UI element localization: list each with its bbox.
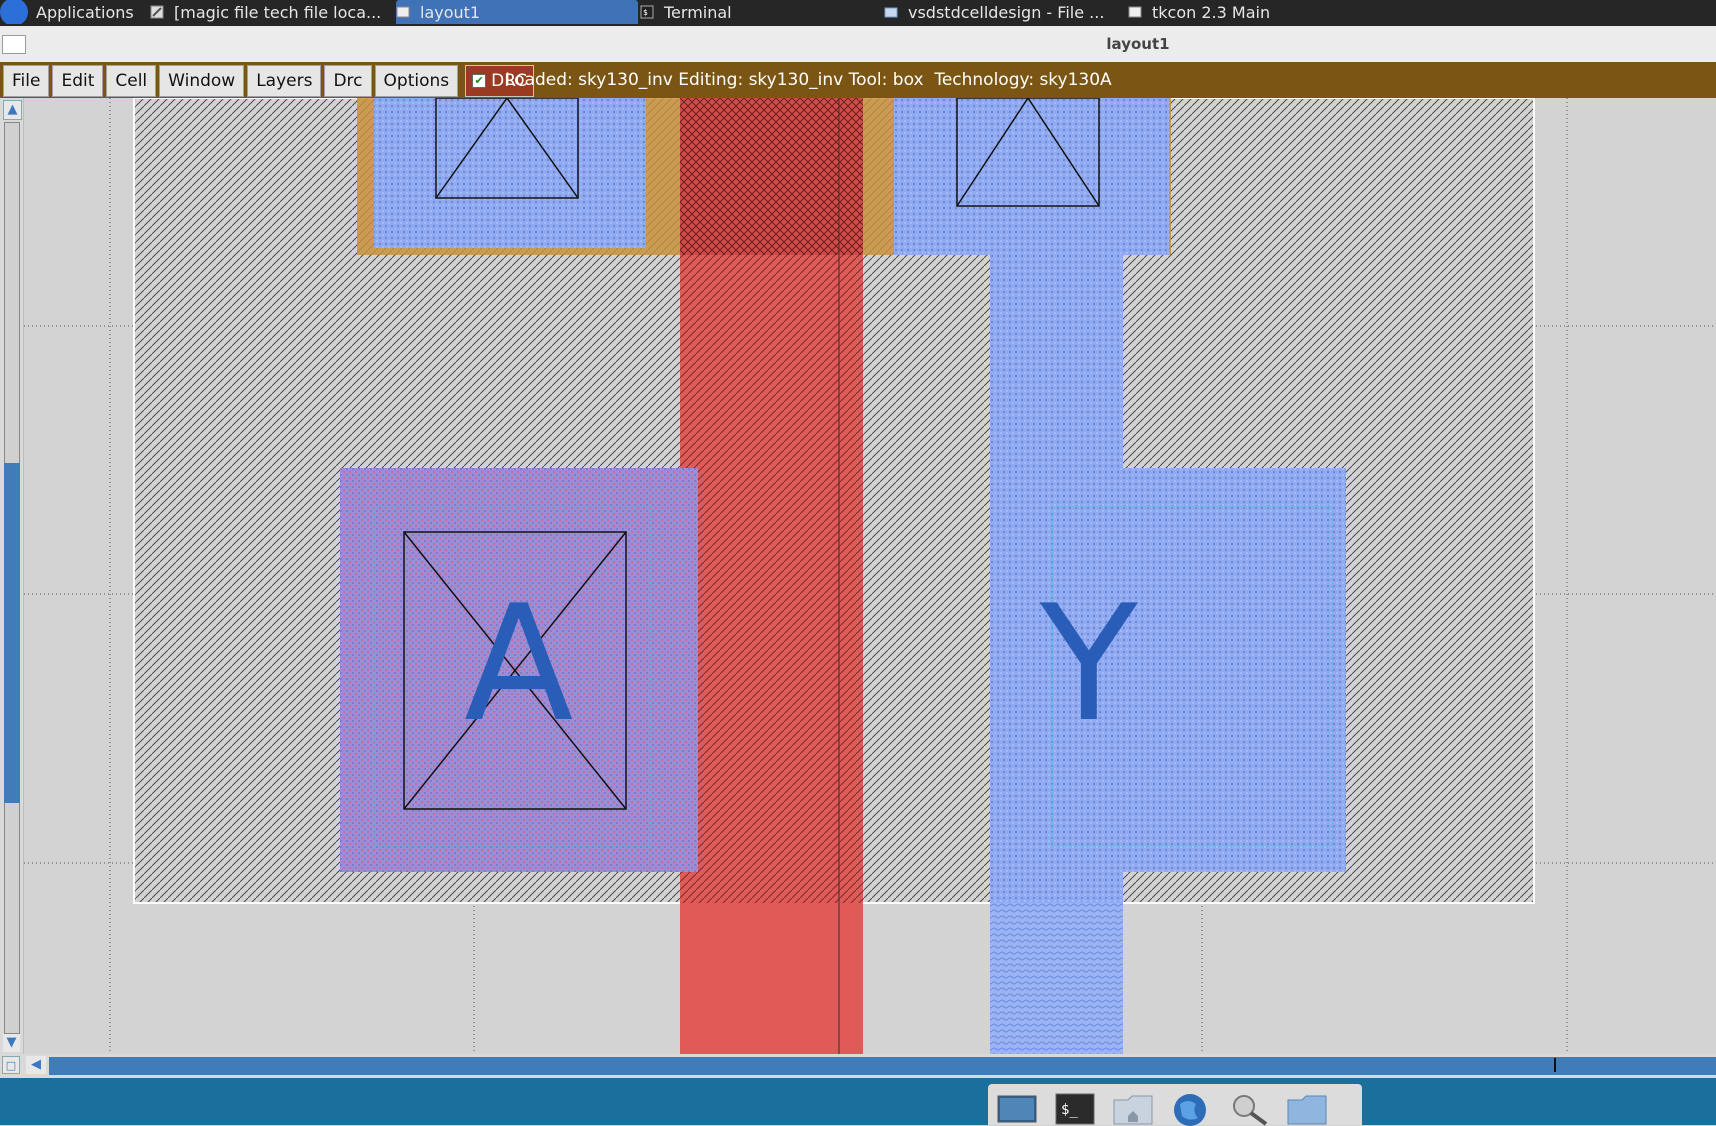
taskbar-task-label: vsdstdcelldesign - File ... xyxy=(908,2,1105,22)
scroll-left-arrow-icon[interactable]: ◀ xyxy=(26,1056,46,1074)
home-folder-icon[interactable] xyxy=(1110,1090,1156,1126)
scroll-up-arrow-icon[interactable]: ▲ xyxy=(3,100,22,120)
window-title: layout1 xyxy=(1106,35,1170,53)
poly-gate-overlap xyxy=(680,98,863,255)
pin-label-a: A xyxy=(464,570,574,757)
locali-contact-right xyxy=(894,98,1169,255)
menu-drc[interactable]: Drc xyxy=(324,65,372,97)
applications-menu[interactable]: Applications xyxy=(0,0,150,24)
scroll-position-marker xyxy=(1554,1058,1556,1072)
menu-layers[interactable]: Layers xyxy=(247,65,322,97)
menu-options[interactable]: Options xyxy=(374,65,459,97)
folder-icon xyxy=(884,7,898,18)
svg-text:$_: $_ xyxy=(1061,1102,1078,1118)
window-icon xyxy=(396,6,410,18)
terminal-icon: $ xyxy=(640,5,654,19)
text-editor-icon xyxy=(150,5,164,19)
web-browser-icon[interactable] xyxy=(1168,1090,1214,1126)
taskbar-task-label: layout1 xyxy=(420,2,481,22)
output-locali-extension xyxy=(990,903,1123,1054)
taskbar-task-tkcon[interactable]: tkcon 2.3 Main xyxy=(1128,0,1370,24)
pin-label-y: Y xyxy=(1040,570,1138,757)
horizontal-scrollbar[interactable]: □ ◀ xyxy=(0,1054,1716,1078)
scroll-down-arrow-icon[interactable]: ▼ xyxy=(3,1034,20,1052)
menu-edit[interactable]: Edit xyxy=(52,65,104,97)
menu-file[interactable]: File xyxy=(3,65,50,97)
taskbar-task-terminal[interactable]: $ Terminal xyxy=(640,0,880,24)
bottom-panel xyxy=(0,1078,1716,1125)
zoom-box-icon[interactable]: □ xyxy=(2,1056,20,1074)
taskbar-task-magic-tech-file[interactable]: [magic file tech file loca... xyxy=(150,0,395,24)
layout-drawing xyxy=(24,98,1716,1054)
vertical-scrollbar[interactable]: ▲ ▼ xyxy=(0,98,24,1056)
applications-label: Applications xyxy=(36,2,134,22)
window-titlebar[interactable]: layout1 xyxy=(0,26,1716,63)
terminal-icon[interactable]: $_ xyxy=(1052,1090,1098,1126)
taskbar-task-file-manager[interactable]: vsdstdcelldesign - File ... xyxy=(884,0,1124,24)
window-icon xyxy=(1128,6,1142,18)
taskbar-task-label: tkcon 2.3 Main xyxy=(1152,2,1271,22)
desktop-icon[interactable] xyxy=(994,1090,1040,1126)
menu-bar: File Edit Cell Window Layers Drc Options… xyxy=(0,62,1716,98)
vertical-scroll-thumb[interactable] xyxy=(4,463,20,803)
files-icon[interactable] xyxy=(1284,1090,1330,1126)
horizontal-scroll-thumb[interactable] xyxy=(49,1057,1716,1075)
locali-contact-left xyxy=(374,98,646,248)
svg-text:$: $ xyxy=(643,8,648,17)
search-icon[interactable] xyxy=(1226,1090,1272,1126)
menu-cell[interactable]: Cell xyxy=(106,65,157,97)
taskbar-task-label: Terminal xyxy=(664,2,732,22)
layout-canvas[interactable]: A Y xyxy=(24,98,1716,1054)
status-text: Loaded: sky130_inv Editing: sky130_inv T… xyxy=(505,70,1112,90)
applications-logo-icon xyxy=(0,0,28,24)
taskbar-task-layout1[interactable]: layout1 xyxy=(396,0,638,24)
dock: $_ xyxy=(988,1084,1362,1126)
top-taskbar: Applications [magic file tech file loca.… xyxy=(0,0,1716,26)
checkbox-checked-icon: ✔ xyxy=(472,74,487,88)
taskbar-task-label: [magic file tech file loca... xyxy=(174,2,382,22)
menu-window[interactable]: Window xyxy=(159,65,245,97)
